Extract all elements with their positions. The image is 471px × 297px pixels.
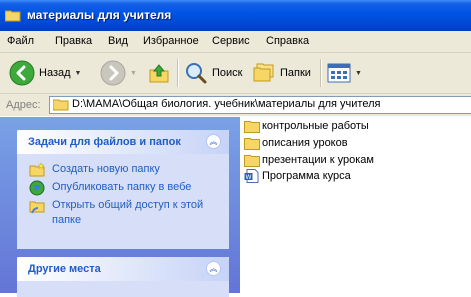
- collapse-icon[interactable]: ︽: [206, 134, 221, 149]
- new-folder-icon: [29, 162, 45, 177]
- back-button[interactable]: Назад ▼: [9, 57, 81, 89]
- folder-icon: [244, 155, 260, 167]
- list-item[interactable]: описания уроков: [244, 135, 348, 151]
- folder-icon: [244, 138, 260, 150]
- task-new-folder[interactable]: Создать новую папку: [29, 162, 222, 178]
- list-item[interactable]: контрольные работы: [244, 118, 369, 134]
- forward-dropdown-icon[interactable]: ▼: [130, 70, 137, 77]
- menu-file[interactable]: Файл: [7, 35, 34, 47]
- menu-help[interactable]: Справка: [266, 35, 309, 47]
- forward-button[interactable]: ▼: [100, 57, 137, 89]
- toolbar: Назад ▼ ▼ Поиск Папки ▼: [0, 53, 471, 94]
- up-button[interactable]: [148, 57, 170, 89]
- toolbar-separator: [320, 59, 322, 87]
- title-bar[interactable]: материалы для учителя: [0, 0, 471, 31]
- window-title: материалы для учителя: [27, 8, 172, 22]
- file-name: Программа курса: [262, 170, 351, 182]
- back-label: Назад: [39, 67, 71, 79]
- task-label: Открыть общий доступ к этой папке: [52, 199, 204, 226]
- list-item[interactable]: презентации к урокам: [244, 152, 374, 168]
- folder-icon: [244, 121, 260, 133]
- views-dropdown-icon[interactable]: ▼: [355, 70, 362, 77]
- task-label: Опубликовать папку в вебе: [52, 181, 192, 193]
- other-places-header[interactable]: Другие места ︽: [17, 257, 229, 281]
- search-label: Поиск: [212, 67, 243, 79]
- file-name: контрольные работы: [262, 120, 369, 132]
- search-icon: [186, 63, 207, 84]
- search-button[interactable]: Поиск: [184, 57, 242, 89]
- task-share-folder[interactable]: Открыть общий доступ к этой папке: [29, 198, 222, 228]
- tasks-panel-header[interactable]: Задачи для файлов и папок ︽: [17, 130, 229, 154]
- publish-web-icon: [29, 180, 45, 196]
- folder-icon: [53, 99, 69, 111]
- task-publish-web[interactable]: Опубликовать папку в вебе: [29, 180, 222, 196]
- svg-text:W: W: [246, 174, 252, 181]
- address-bar: Адрес: D:\МАМА\Общая биология. учебник\м…: [0, 94, 471, 116]
- file-list: контрольные работы описания уроков презе…: [240, 117, 471, 293]
- menu-view[interactable]: Вид: [108, 35, 128, 47]
- menu-bar: Файл Правка Вид Избранное Сервис Справка: [0, 31, 471, 53]
- share-folder-icon: [29, 201, 45, 214]
- toolbar-separator: [177, 59, 179, 87]
- tasks-panel-title: Задачи для файлов и папок: [28, 136, 181, 148]
- folders-button[interactable]: Папки: [252, 57, 311, 89]
- other-places-panel: Другие места ︽: [17, 257, 229, 297]
- task-pane: Задачи для файлов и папок ︽ Создать нову…: [0, 117, 240, 297]
- menu-tools[interactable]: Сервис: [212, 35, 250, 47]
- back-arrow-icon: [9, 60, 35, 86]
- back-dropdown-icon[interactable]: ▼: [75, 70, 82, 77]
- file-name: описания уроков: [262, 137, 348, 149]
- file-name: презентации к урокам: [262, 154, 374, 166]
- views-icon: [327, 63, 351, 83]
- folders-label: Папки: [280, 67, 311, 79]
- word-document-icon: W: [244, 169, 259, 183]
- address-input[interactable]: D:\МАМА\Общая биология. учебник\материал…: [49, 96, 471, 114]
- tasks-panel: Задачи для файлов и папок ︽ Создать нову…: [17, 130, 229, 249]
- list-item[interactable]: W Программа курса: [244, 168, 351, 184]
- task-label: Создать новую папку: [52, 163, 160, 175]
- forward-arrow-icon: [100, 60, 126, 86]
- views-button[interactable]: ▼: [327, 57, 362, 89]
- address-path: D:\МАМА\Общая биология. учебник\материал…: [72, 98, 381, 110]
- other-places-title: Другие места: [28, 263, 101, 275]
- collapse-icon[interactable]: ︽: [206, 261, 221, 276]
- folders-icon: [253, 63, 274, 82]
- folder-icon: [5, 10, 21, 22]
- folder-up-icon: [149, 64, 169, 83]
- menu-edit[interactable]: Правка: [55, 35, 92, 47]
- menu-favorites[interactable]: Избранное: [143, 35, 199, 47]
- address-label: Адрес:: [6, 99, 41, 111]
